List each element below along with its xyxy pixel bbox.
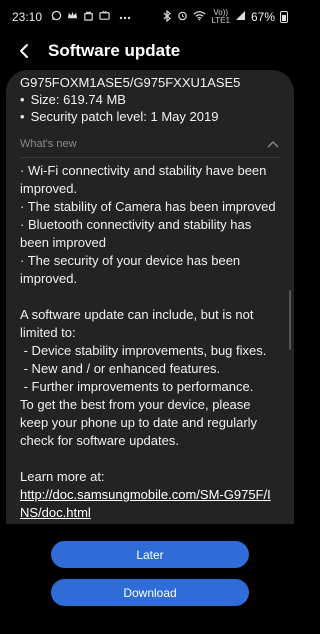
whats-new-header[interactable]: What's new bbox=[20, 135, 280, 153]
patch-line: • Security patch level: 1 May 2019 bbox=[20, 108, 280, 125]
back-button[interactable] bbox=[12, 39, 36, 63]
wifi-icon bbox=[193, 10, 206, 24]
later-button[interactable]: Later bbox=[51, 541, 249, 568]
signal-icon bbox=[235, 10, 246, 24]
learn-more-label: Learn more at: bbox=[20, 469, 105, 484]
size-line: • Size: 619.74 MB bbox=[20, 91, 280, 108]
general-item: - New and / or enhanced features. bbox=[20, 361, 221, 376]
volte-line2: LTE1 bbox=[211, 16, 230, 25]
general-item: - Device stability improvements, bug fix… bbox=[20, 343, 267, 358]
update-advice: To get the best from your device, please… bbox=[20, 397, 258, 448]
header: Software update bbox=[0, 34, 300, 68]
whatsapp-icon bbox=[51, 10, 62, 24]
build-number: G975FOXM1ASE5/G975FXXU1ASE5 bbox=[20, 75, 241, 90]
back-arrow-icon bbox=[20, 44, 28, 58]
release-notes: · Wi-Fi connectivity and stability have … bbox=[20, 162, 280, 522]
bullet-dot: • bbox=[20, 92, 25, 107]
bluetooth-icon bbox=[163, 9, 172, 25]
shop-icon bbox=[83, 10, 94, 24]
chevron-up-icon[interactable] bbox=[266, 137, 280, 151]
divider bbox=[20, 157, 280, 158]
alarm-icon bbox=[177, 10, 188, 24]
crown-icon bbox=[67, 10, 78, 24]
page-title: Software update bbox=[48, 41, 181, 60]
note-item: · Bluetooth connectivity and stability h… bbox=[20, 217, 252, 250]
scrollbar[interactable] bbox=[289, 290, 291, 350]
note-item: · The stability of Camera has been impro… bbox=[20, 199, 276, 214]
status-time: 23:10 bbox=[12, 10, 43, 24]
general-item: - Further improvements to performance. bbox=[20, 379, 254, 394]
battery-percent: 67% bbox=[250, 10, 275, 24]
whats-new-label: What's new bbox=[20, 138, 77, 150]
volte-label: Vo)) LTE1 bbox=[211, 9, 230, 25]
size-text: Size: 619.74 MB bbox=[30, 92, 126, 107]
tv-icon bbox=[99, 10, 110, 24]
update-details-card[interactable]: G975FOXM1ASE5/G975FXXU1ASE5 • Size: 619.… bbox=[6, 70, 294, 524]
bullet-dot: • bbox=[20, 109, 25, 124]
more-dots-icon bbox=[119, 12, 131, 23]
status-left: 23:10 bbox=[12, 10, 131, 24]
learn-more-link[interactable]: http://doc.samsungmobile.com/SM-G975F/IN… bbox=[20, 486, 280, 522]
patch-text: Security patch level: 1 May 2019 bbox=[30, 109, 219, 124]
software-update-screen: 23:10 Vo)) LTE1 67% Software update G975… bbox=[0, 0, 300, 634]
status-right: Vo)) LTE1 67% bbox=[163, 9, 288, 25]
note-item: · Wi-Fi connectivity and stability have … bbox=[20, 163, 267, 196]
status-bar: 23:10 Vo)) LTE1 67% bbox=[0, 0, 300, 34]
note-item: · The security of your device has been i… bbox=[20, 253, 241, 286]
general-intro: A software update can include, but is no… bbox=[20, 307, 254, 340]
battery-icon bbox=[280, 11, 288, 23]
download-button[interactable]: Download bbox=[51, 579, 249, 606]
